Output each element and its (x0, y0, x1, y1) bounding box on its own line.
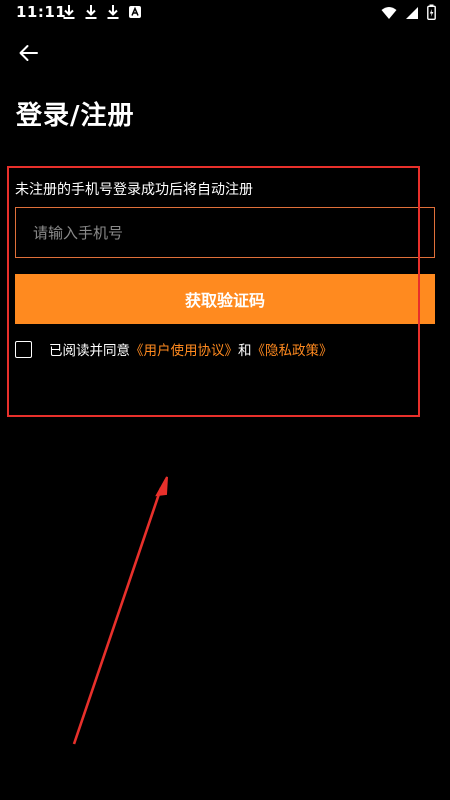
signal-icon (405, 5, 419, 24)
status-time: 11:11 (16, 3, 67, 21)
notification-icons (62, 4, 142, 20)
system-icons (381, 4, 436, 24)
back-button[interactable] (14, 40, 42, 66)
wifi-icon (381, 5, 397, 24)
back-arrow-icon (19, 45, 38, 61)
download-icon (84, 4, 98, 20)
download-icon (62, 4, 76, 20)
battery-icon (427, 4, 436, 24)
login-screen: 11:11 登录/注册 未注册的手机号登录成功后将自动注册 请输入手机号 获取验… (0, 0, 450, 800)
app-store-icon (128, 4, 142, 20)
status-bar: 11:11 (0, 0, 450, 26)
download-icon (106, 4, 120, 20)
page-title: 登录/注册 (16, 101, 135, 131)
annotation-highlight-box (7, 166, 420, 417)
